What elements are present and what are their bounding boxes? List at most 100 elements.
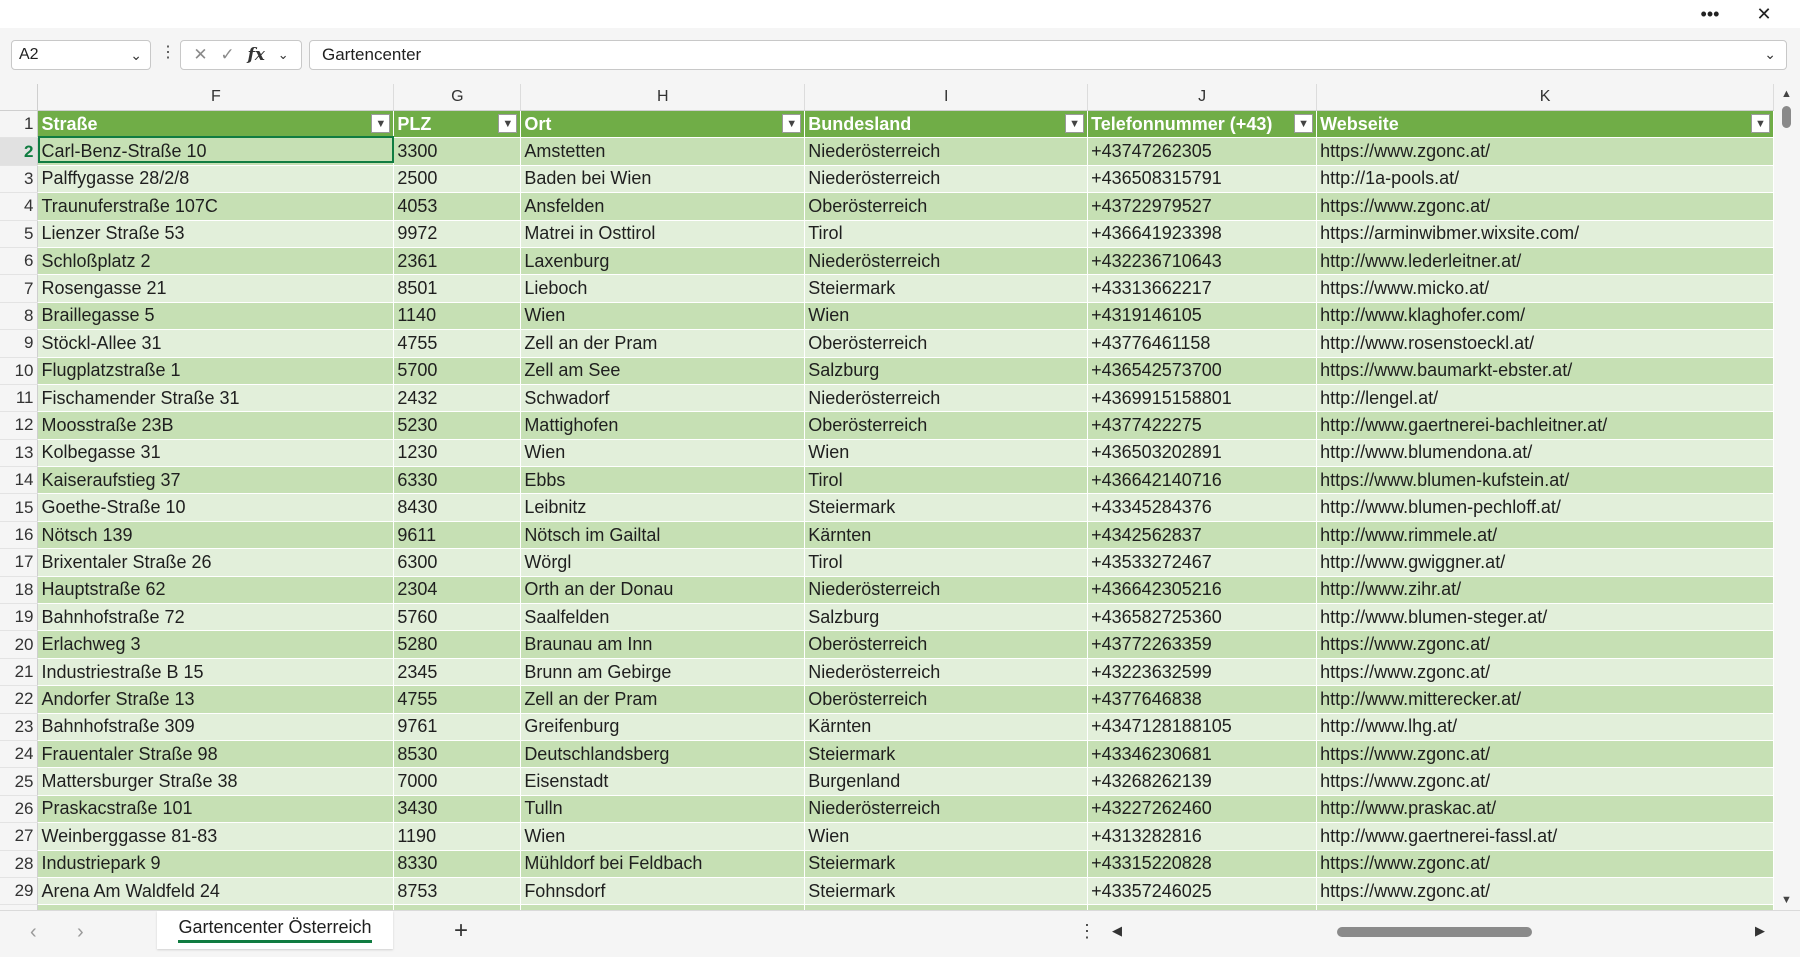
row-header[interactable]: 28 (0, 850, 39, 878)
name-box[interactable]: A2 ⌄ (11, 40, 151, 70)
table-cell[interactable]: 9761 (393, 713, 522, 741)
table-cell[interactable]: Deutschlandsberg (520, 740, 806, 769)
table-cell[interactable]: http://www.gaertnerei-fassl.at/ (1316, 822, 1774, 851)
table-cell[interactable]: Niederösterreich (804, 658, 1089, 687)
table-cell[interactable]: +436642305216 (1087, 576, 1318, 605)
table-cell[interactable]: Wien (520, 302, 806, 331)
table-cell[interactable]: https://www.zgonc.at/ (1316, 850, 1774, 878)
row-header[interactable]: 22 (0, 685, 39, 714)
table-cell[interactable]: http://www.gaertnerei-bachleitner.at/ (1316, 411, 1774, 440)
row-header[interactable]: 26 (0, 795, 39, 824)
table-cell[interactable]: Bahnhofstraße 309 (37, 713, 395, 741)
table-cell[interactable]: Rosengasse 21 (37, 274, 395, 303)
row-header[interactable]: 10 (0, 357, 39, 385)
table-cell[interactable]: +43772263359 (1087, 630, 1318, 659)
column-header[interactable]: K (1316, 84, 1774, 111)
table-cell[interactable]: https://www.baumarkt-ebster.at/ (1316, 357, 1774, 385)
table-cell[interactable]: Tirol (804, 220, 1089, 248)
table-cell[interactable]: Hauptstraße 62 (37, 576, 395, 605)
table-cell[interactable]: http://www.lhg.at/ (1316, 713, 1774, 741)
table-cell[interactable]: Salzburg (804, 603, 1089, 632)
table-cell[interactable]: 4755 (393, 329, 522, 358)
table-cell[interactable]: https://www.zgonc.at/ (1316, 740, 1774, 769)
table-cell[interactable]: Moosstraße 23B (37, 411, 395, 440)
row-header[interactable]: 3 (0, 165, 39, 194)
table-cell[interactable]: Mattersburger Straße 38 (37, 767, 395, 796)
filter-dropdown-icon[interactable]: ▼ (498, 114, 518, 133)
table-cell[interactable]: 2500 (393, 165, 522, 194)
table-cell[interactable]: Kolbegasse 31 (37, 439, 395, 468)
table-cell[interactable]: Stöckl-Allee 31 (37, 329, 395, 358)
row-header[interactable]: 27 (0, 822, 39, 851)
table-cell[interactable]: Zell an der Pram (520, 329, 806, 358)
insert-function-icon[interactable]: fx (247, 45, 264, 65)
table-cell[interactable]: Saalfelden (520, 603, 806, 632)
table-cell[interactable]: Baden bei Wien (520, 165, 806, 194)
table-cell[interactable]: +43223632599 (1087, 658, 1318, 687)
row-header[interactable]: 24 (0, 740, 39, 769)
table-cell[interactable]: +436641923398 (1087, 220, 1318, 248)
table-header-cell[interactable]: Bundesland ▼ (804, 110, 1089, 139)
table-cell[interactable]: Matrei in Osttirol (520, 220, 806, 248)
table-cell[interactable]: Ebbs (520, 466, 806, 495)
table-header-cell[interactable]: Ort ▼ (520, 110, 806, 139)
table-cell[interactable]: 9611 (393, 521, 522, 550)
table-cell[interactable]: Goethe-Straße 10 (37, 493, 395, 522)
table-cell[interactable]: http://www.blumendona.at/ (1316, 439, 1774, 468)
table-cell[interactable]: Wörgl (520, 548, 806, 577)
table-cell[interactable]: Oberösterreich (804, 685, 1089, 714)
close-icon[interactable]: ✕ (1740, 0, 1788, 28)
table-cell[interactable]: Kaiseraufstieg 37 (37, 466, 395, 495)
table-cell[interactable]: Wien (520, 822, 806, 851)
table-cell[interactable]: +436503202891 (1087, 439, 1318, 468)
table-cell[interactable]: Tirol (804, 548, 1089, 577)
table-cell[interactable]: Niederösterreich (804, 384, 1089, 413)
table-cell[interactable]: Zell am See (520, 357, 806, 385)
table-cell[interactable]: http://1a-pools.at/ (1316, 165, 1774, 194)
table-cell[interactable]: +43722979527 (1087, 192, 1318, 221)
table-cell[interactable]: Oberösterreich (804, 329, 1089, 358)
table-cell[interactable]: http://www.lederleitner.at/ (1316, 247, 1774, 276)
table-cell[interactable]: Niederösterreich (804, 795, 1089, 824)
add-sheet-button[interactable]: + (454, 917, 468, 945)
table-cell[interactable]: Oberösterreich (804, 411, 1089, 440)
table-cell[interactable]: https://www.zgonc.at/ (1316, 658, 1774, 687)
table-cell[interactable]: +4342562837 (1087, 521, 1318, 550)
table-cell[interactable]: +4377646838 (1087, 685, 1318, 714)
table-cell[interactable]: https://www.zgonc.at/ (1316, 877, 1774, 906)
table-cell[interactable]: 6300 (393, 548, 522, 577)
enter-icon[interactable]: ✓ (220, 45, 234, 65)
table-cell[interactable]: +436508315791 (1087, 165, 1318, 194)
table-cell[interactable]: Wien (804, 822, 1089, 851)
row-header[interactable]: 14 (0, 466, 39, 495)
table-cell[interactable]: 1190 (393, 822, 522, 851)
table-cell[interactable]: https://www.zgonc.at/ (1316, 767, 1774, 796)
row-header[interactable]: 20 (0, 630, 39, 659)
expand-formula-bar-icon[interactable]: ⌄ (1764, 46, 1776, 63)
table-cell[interactable]: https://arminwibmer.wixsite.com/ (1316, 220, 1774, 248)
table-cell[interactable]: Praskacstraße 101 (37, 795, 395, 824)
table-cell[interactable]: +436582725360 (1087, 603, 1318, 632)
select-all-corner[interactable] (0, 84, 39, 111)
table-cell[interactable]: +432236710643 (1087, 247, 1318, 276)
table-cell[interactable]: 8501 (393, 274, 522, 303)
column-header[interactable]: H (520, 84, 806, 111)
row-header[interactable]: 19 (0, 603, 39, 632)
table-cell[interactable]: Orth an der Donau (520, 576, 806, 605)
table-cell[interactable]: Carl-Benz-Straße 10 (37, 137, 395, 166)
column-header[interactable]: I (804, 84, 1089, 111)
table-header-cell[interactable]: PLZ ▼ (393, 110, 522, 139)
table-cell[interactable]: Leibnitz (520, 493, 806, 522)
row-header[interactable]: 15 (0, 493, 39, 522)
table-cell[interactable]: http://www.praskac.at/ (1316, 795, 1774, 824)
filter-dropdown-icon[interactable]: ▼ (371, 114, 391, 133)
row-header[interactable]: 23 (0, 713, 39, 741)
table-cell[interactable]: Oberösterreich (804, 192, 1089, 221)
table-cell[interactable]: Brixentaler Straße 26 (37, 548, 395, 577)
table-cell[interactable]: Wien (804, 439, 1089, 468)
table-cell[interactable]: http://www.rosenstoeckl.at/ (1316, 329, 1774, 358)
worksheet-grid[interactable]: F G H I J K 1 Straße ▼ PLZ ▼ Ort ▼ Bundesla… (0, 84, 1774, 910)
table-cell[interactable]: Salzburg (804, 357, 1089, 385)
table-cell[interactable]: 1140 (393, 302, 522, 331)
table-cell[interactable]: Amstetten (520, 137, 806, 166)
